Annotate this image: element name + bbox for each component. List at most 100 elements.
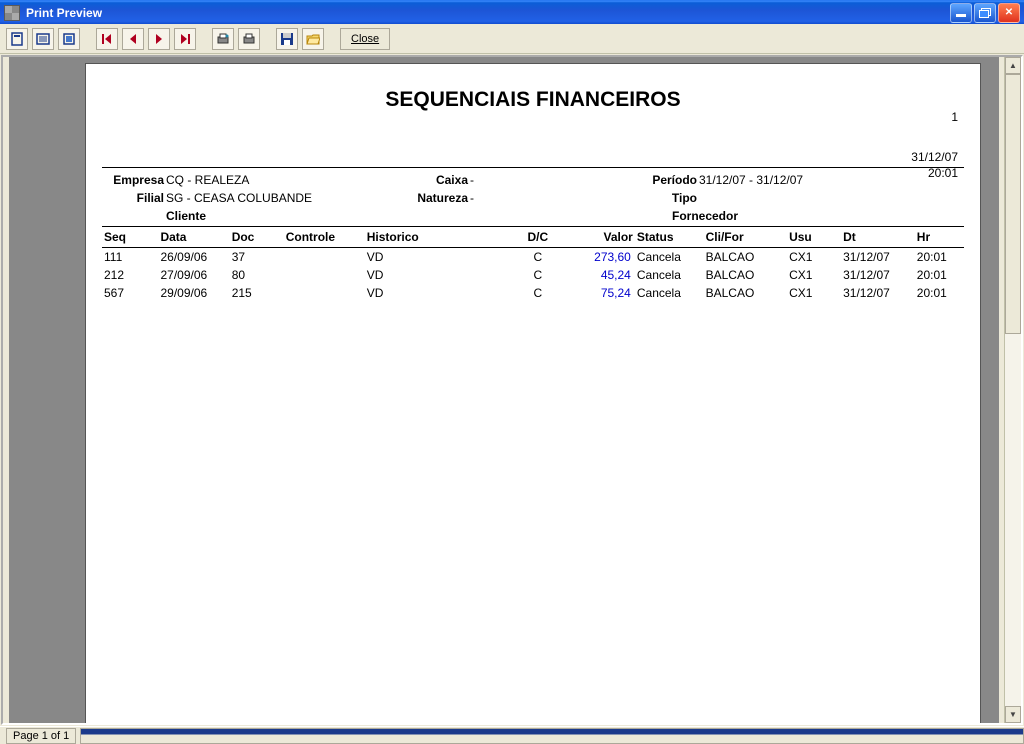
page-number: 1 (951, 110, 958, 124)
close-button-label: Close (351, 33, 379, 45)
col-hr: Hr (915, 227, 964, 248)
zoom-whole-page-button[interactable] (6, 28, 28, 50)
col-status: Status (635, 227, 704, 248)
status-page-indicator: Page 1 of 1 (6, 728, 76, 744)
cell-valor: 75,24 (561, 284, 635, 302)
tipo-value (699, 190, 962, 206)
cell-controle (284, 284, 365, 302)
cell-doc: 37 (230, 248, 284, 267)
empresa-value: CQ - REALEZA (166, 172, 396, 188)
cliente-label: Cliente (166, 208, 396, 224)
cell-controle (284, 266, 365, 284)
window-title: Print Preview (26, 6, 950, 20)
report-page: SEQUENCIAIS FINANCEIROS 1 31/12/07 20:01… (85, 63, 981, 725)
cell-hr: 20:01 (915, 248, 964, 267)
open-button[interactable] (302, 28, 324, 50)
cell-historico: VD (365, 248, 515, 267)
page-width-icon (36, 32, 50, 46)
page-viewport[interactable]: SEQUENCIAIS FINANCEIROS 1 31/12/07 20:01… (9, 57, 999, 723)
save-button[interactable] (276, 28, 298, 50)
col-valor: Valor (561, 227, 635, 248)
cell-data: 29/09/06 (158, 284, 229, 302)
col-usu: Usu (787, 227, 841, 248)
toolbar: Close (0, 24, 1024, 54)
first-page-button[interactable] (96, 28, 118, 50)
scroll-track[interactable] (1005, 74, 1021, 706)
cell-dt: 31/12/07 (841, 266, 915, 284)
status-main-panel (80, 728, 1024, 744)
cell-dc: C (515, 284, 562, 302)
periodo-label: Período (632, 172, 697, 188)
report-title: SEQUENCIAIS FINANCEIROS (102, 88, 964, 112)
client-area: SEQUENCIAIS FINANCEIROS 1 31/12/07 20:01… (1, 55, 1023, 725)
col-dt: Dt (841, 227, 915, 248)
cell-valor: 45,24 (561, 266, 635, 284)
col-doc: Doc (230, 227, 284, 248)
next-page-button[interactable] (148, 28, 170, 50)
print-date: 31/12/07 (911, 150, 958, 166)
cell-usu: CX1 (787, 284, 841, 302)
col-historico: Historico (365, 227, 515, 248)
table-row: 11126/09/0637VDC273,60CancelaBALCAOCX131… (102, 248, 964, 267)
close-window-button[interactable]: ✕ (998, 3, 1020, 23)
cell-hr: 20:01 (915, 266, 964, 284)
cell-seq: 111 (102, 248, 158, 267)
app-icon (4, 5, 20, 21)
zoom-page-width-button[interactable] (32, 28, 54, 50)
cell-status: Cancela (635, 266, 704, 284)
report-data-table: Seq Data Doc Controle Historico D/C Valo… (102, 226, 964, 302)
cell-dc: C (515, 248, 562, 267)
empresa-label: Empresa (104, 172, 164, 188)
minimize-button[interactable] (950, 3, 972, 23)
statusbar: Page 1 of 1 (0, 726, 1024, 744)
floppy-icon (280, 32, 294, 46)
print-setup-button[interactable] (212, 28, 234, 50)
cell-dt: 31/12/07 (841, 248, 915, 267)
col-dc: D/C (515, 227, 562, 248)
close-button[interactable]: Close (340, 28, 390, 50)
page-full-icon (62, 32, 76, 46)
cell-controle (284, 248, 365, 267)
last-page-button[interactable] (174, 28, 196, 50)
col-controle: Controle (284, 227, 365, 248)
caixa-label: Caixa (398, 172, 468, 188)
vertical-scrollbar[interactable]: ▲ ▼ (1004, 57, 1021, 723)
cell-usu: CX1 (787, 248, 841, 267)
restore-button[interactable] (974, 3, 996, 23)
print-button[interactable] (238, 28, 260, 50)
table-row: 21227/09/0680VDC45,24CancelaBALCAOCX131/… (102, 266, 964, 284)
cell-valor: 273,60 (561, 248, 635, 267)
scroll-down-button[interactable]: ▼ (1005, 706, 1021, 723)
first-page-icon (102, 34, 112, 44)
caixa-value: - (470, 172, 630, 188)
col-data: Data (158, 227, 229, 248)
cell-doc: 215 (230, 284, 284, 302)
window-control-group: ✕ (950, 3, 1020, 23)
fornecedor-label: Fornecedor (632, 208, 962, 224)
next-page-icon (154, 34, 164, 44)
col-seq: Seq (102, 227, 158, 248)
cell-historico: VD (365, 266, 515, 284)
cell-clifor: BALCAO (704, 266, 787, 284)
scroll-up-button[interactable]: ▲ (1005, 57, 1021, 74)
printer-icon (242, 32, 256, 46)
folder-open-icon (306, 32, 320, 46)
page-single-icon (10, 32, 24, 46)
natureza-value: - (470, 190, 630, 206)
cell-status: Cancela (635, 284, 704, 302)
table-row: 56729/09/06215VDC75,24CancelaBALCAOCX131… (102, 284, 964, 302)
cell-usu: CX1 (787, 266, 841, 284)
scroll-thumb[interactable] (1005, 74, 1021, 334)
titlebar: Print Preview ✕ (0, 0, 1024, 24)
cell-hr: 20:01 (915, 284, 964, 302)
cell-clifor: BALCAO (704, 284, 787, 302)
cell-dt: 31/12/07 (841, 284, 915, 302)
cell-doc: 80 (230, 266, 284, 284)
cell-status: Cancela (635, 248, 704, 267)
print-datetime: 31/12/07 20:01 (911, 150, 958, 181)
prev-page-button[interactable] (122, 28, 144, 50)
report-header-table: Empresa CQ - REALEZA Caixa - Período 31/… (102, 170, 964, 226)
prev-page-icon (128, 34, 138, 44)
zoom-100-button[interactable] (58, 28, 80, 50)
cell-seq: 567 (102, 284, 158, 302)
